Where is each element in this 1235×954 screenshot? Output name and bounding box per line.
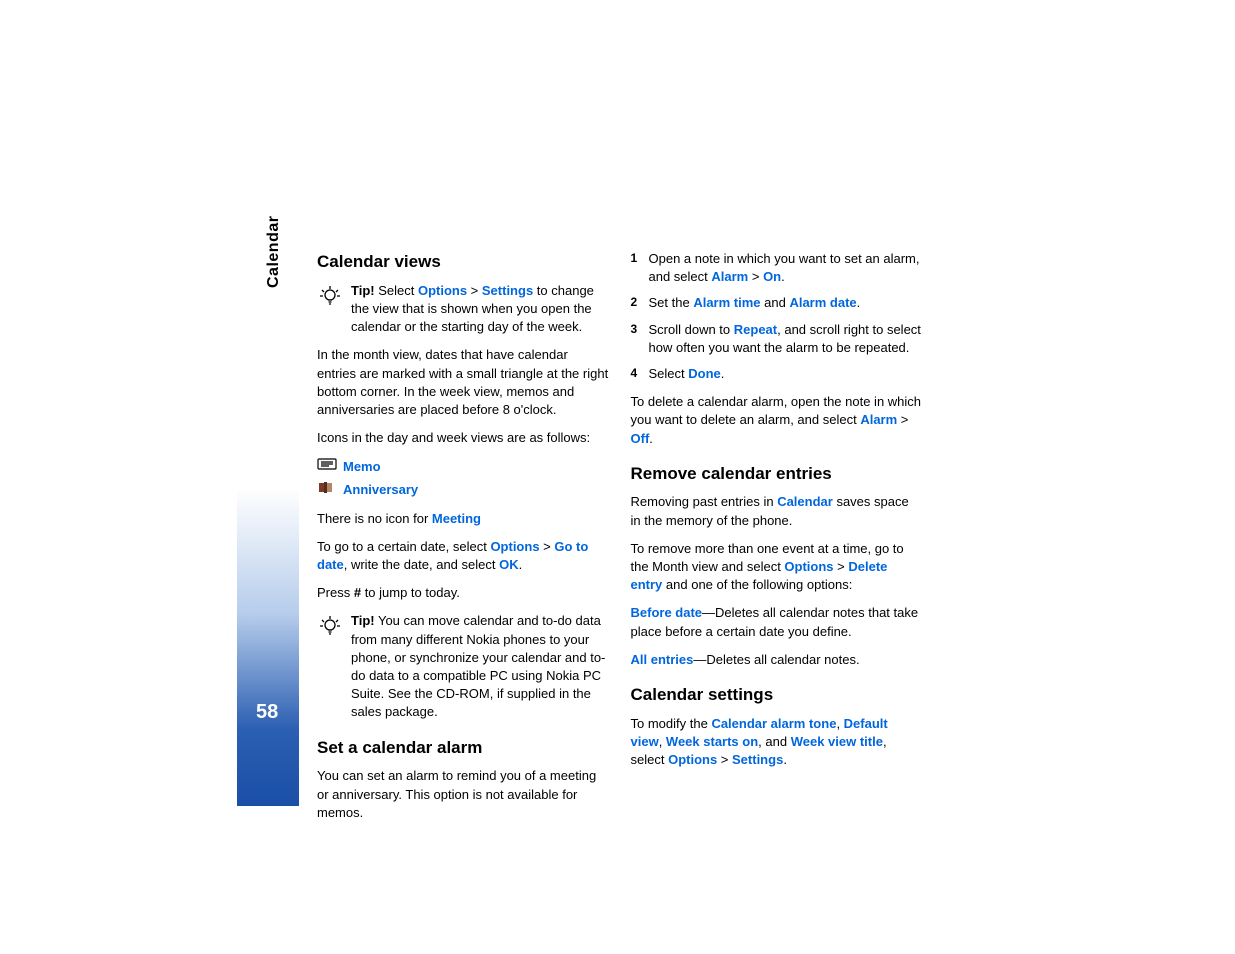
alarm-time-link[interactable]: Alarm time	[693, 295, 760, 310]
tip-text: Tip! You can move calendar and to-do dat…	[351, 612, 609, 721]
alarm-link[interactable]: Alarm	[711, 269, 748, 284]
lightbulb-icon	[317, 612, 343, 721]
body-text: In the month view, dates that have calen…	[317, 346, 609, 419]
on-link[interactable]: On	[763, 269, 781, 284]
repeat-link[interactable]: Repeat	[734, 322, 777, 337]
tip-text: Tip! Select Options > Settings to change…	[351, 282, 609, 337]
meeting-link[interactable]: Meeting	[432, 511, 481, 526]
alarm-link[interactable]: Alarm	[860, 412, 897, 427]
hash-key: #	[354, 585, 361, 600]
settings-link[interactable]: Settings	[732, 752, 783, 767]
body-text: Removing past entries in Calendar saves …	[631, 493, 923, 529]
memo-row: Memo	[317, 457, 609, 476]
left-column: Calendar views Tip! Select Options > Set…	[317, 250, 609, 832]
anniversary-icon	[317, 480, 337, 499]
calendar-link[interactable]: Calendar	[777, 494, 833, 509]
option-item: All entries—Deletes all calendar notes.	[631, 651, 923, 669]
body-text: You can set an alarm to remind you of a …	[317, 767, 609, 822]
week-view-title-link[interactable]: Week view title	[791, 734, 883, 749]
manual-page: Calendar 58 Calendar views Tip! Select O…	[237, 170, 931, 806]
ok-link[interactable]: OK	[499, 557, 519, 572]
body-text: To remove more than one event at a time,…	[631, 540, 923, 595]
all-entries-link[interactable]: All entries	[631, 652, 694, 667]
heading-calendar-views: Calendar views	[317, 250, 609, 274]
step-item: Scroll down to Repeat, and scroll right …	[631, 321, 923, 357]
settings-link[interactable]: Settings	[482, 283, 533, 298]
body-text: There is no icon for Meeting	[317, 510, 609, 528]
heading-remove-entries: Remove calendar entries	[631, 462, 923, 486]
alarm-tone-link[interactable]: Calendar alarm tone	[711, 716, 836, 731]
step-item: Select Done.	[631, 365, 923, 383]
body-text: To delete a calendar alarm, open the not…	[631, 393, 923, 448]
body-text: To go to a certain date, select Options …	[317, 538, 609, 574]
anniversary-row: Anniversary	[317, 480, 609, 499]
page-sidebar: Calendar 58	[237, 170, 299, 806]
tip-block: Tip! You can move calendar and to-do dat…	[317, 612, 609, 721]
body-text: Press # to jump to today.	[317, 584, 609, 602]
week-starts-link[interactable]: Week starts on	[666, 734, 758, 749]
step-item: Open a note in which you want to set an …	[631, 250, 923, 286]
steps-list: Open a note in which you want to set an …	[631, 250, 923, 383]
off-link[interactable]: Off	[631, 431, 650, 446]
done-link[interactable]: Done	[688, 366, 721, 381]
body-text: To modify the Calendar alarm tone, Defau…	[631, 715, 923, 770]
tip-label: Tip!	[351, 283, 375, 298]
tip-label: Tip!	[351, 613, 375, 628]
page-number: 58	[256, 701, 278, 724]
right-column: Open a note in which you want to set an …	[631, 250, 923, 832]
options-link[interactable]: Options	[418, 283, 467, 298]
side-section-title: Calendar	[265, 216, 283, 288]
alarm-date-link[interactable]: Alarm date	[789, 295, 856, 310]
heading-calendar-settings: Calendar settings	[631, 683, 923, 707]
page-content: Calendar views Tip! Select Options > Set…	[317, 250, 922, 832]
body-text: Icons in the day and week views are as f…	[317, 429, 609, 447]
before-date-link[interactable]: Before date	[631, 605, 703, 620]
anniversary-link[interactable]: Anniversary	[343, 481, 418, 499]
options-link[interactable]: Options	[668, 752, 717, 767]
step-item: Set the Alarm time and Alarm date.	[631, 294, 923, 312]
memo-link[interactable]: Memo	[343, 458, 381, 476]
lightbulb-icon	[317, 282, 343, 337]
option-item: Before date—Deletes all calendar notes t…	[631, 604, 923, 640]
memo-icon	[317, 457, 337, 476]
heading-set-alarm: Set a calendar alarm	[317, 736, 609, 760]
options-link[interactable]: Options	[490, 539, 539, 554]
options-link[interactable]: Options	[784, 559, 833, 574]
tip-block: Tip! Select Options > Settings to change…	[317, 282, 609, 337]
